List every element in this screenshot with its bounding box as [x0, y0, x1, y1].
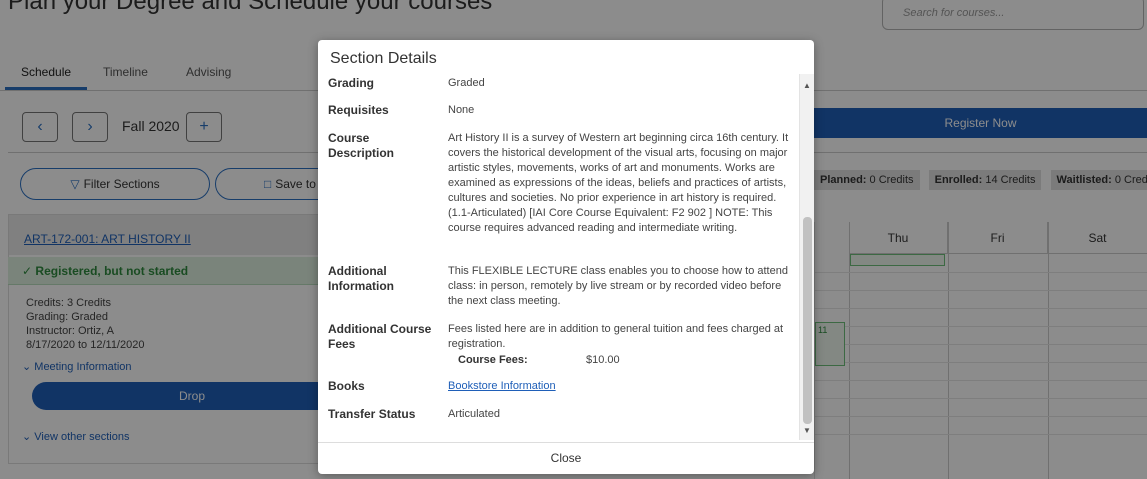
section-details-dialog: Section Details Grading Graded Requisite…	[318, 40, 814, 474]
dialog-footer: Close	[318, 442, 814, 474]
detail-label: Additional Course Fees	[328, 322, 432, 351]
course-fee-label: Course Fees:	[458, 354, 528, 366]
course-fee-amount: $10.00	[586, 354, 620, 366]
detail-row-additional-information: Additional Information This FLEXIBLE LEC…	[318, 264, 798, 314]
detail-value: None	[448, 104, 475, 116]
scrollbar-thumb[interactable]	[803, 217, 812, 424]
dialog-scrollbar[interactable]: ▲ ▼	[799, 74, 814, 440]
detail-label: Transfer Status	[328, 407, 416, 421]
detail-label: Course Description	[328, 131, 395, 160]
scroll-up-arrow-icon[interactable]: ▲	[803, 81, 811, 90]
dialog-body: Grading Graded Requisites None Course De…	[318, 74, 798, 440]
dialog-title: Section Details	[330, 50, 437, 67]
detail-value: Art History II is a survey of Western ar…	[448, 132, 789, 234]
detail-row-requisites: Requisites None	[318, 103, 798, 123]
course-fee-line: Course Fees: $10.00	[448, 353, 793, 368]
detail-value: This FLEXIBLE LECTURE class enables you …	[448, 265, 788, 307]
detail-label: Additional Information	[328, 264, 394, 293]
detail-label: Grading	[328, 76, 375, 90]
detail-value: Articulated	[448, 408, 500, 420]
bookstore-information-link[interactable]: Bookstore Information	[448, 379, 793, 394]
detail-value: Fees listed here are in addition to gene…	[448, 323, 784, 350]
detail-label: Books	[328, 379, 365, 393]
scroll-down-arrow-icon[interactable]: ▼	[803, 426, 811, 435]
detail-value-group: Fees listed here are in addition to gene…	[448, 322, 793, 368]
detail-row-additional-course-fees: Additional Course Fees Fees listed here …	[318, 322, 798, 370]
close-button[interactable]: Close	[551, 451, 582, 465]
detail-row-books: Books Bookstore Information	[318, 379, 798, 399]
detail-row-transfer-status: Transfer Status Articulated	[318, 407, 798, 427]
detail-value: Graded	[448, 77, 485, 89]
detail-row-grading: Grading Graded	[318, 76, 798, 96]
detail-label: Requisites	[328, 103, 389, 117]
